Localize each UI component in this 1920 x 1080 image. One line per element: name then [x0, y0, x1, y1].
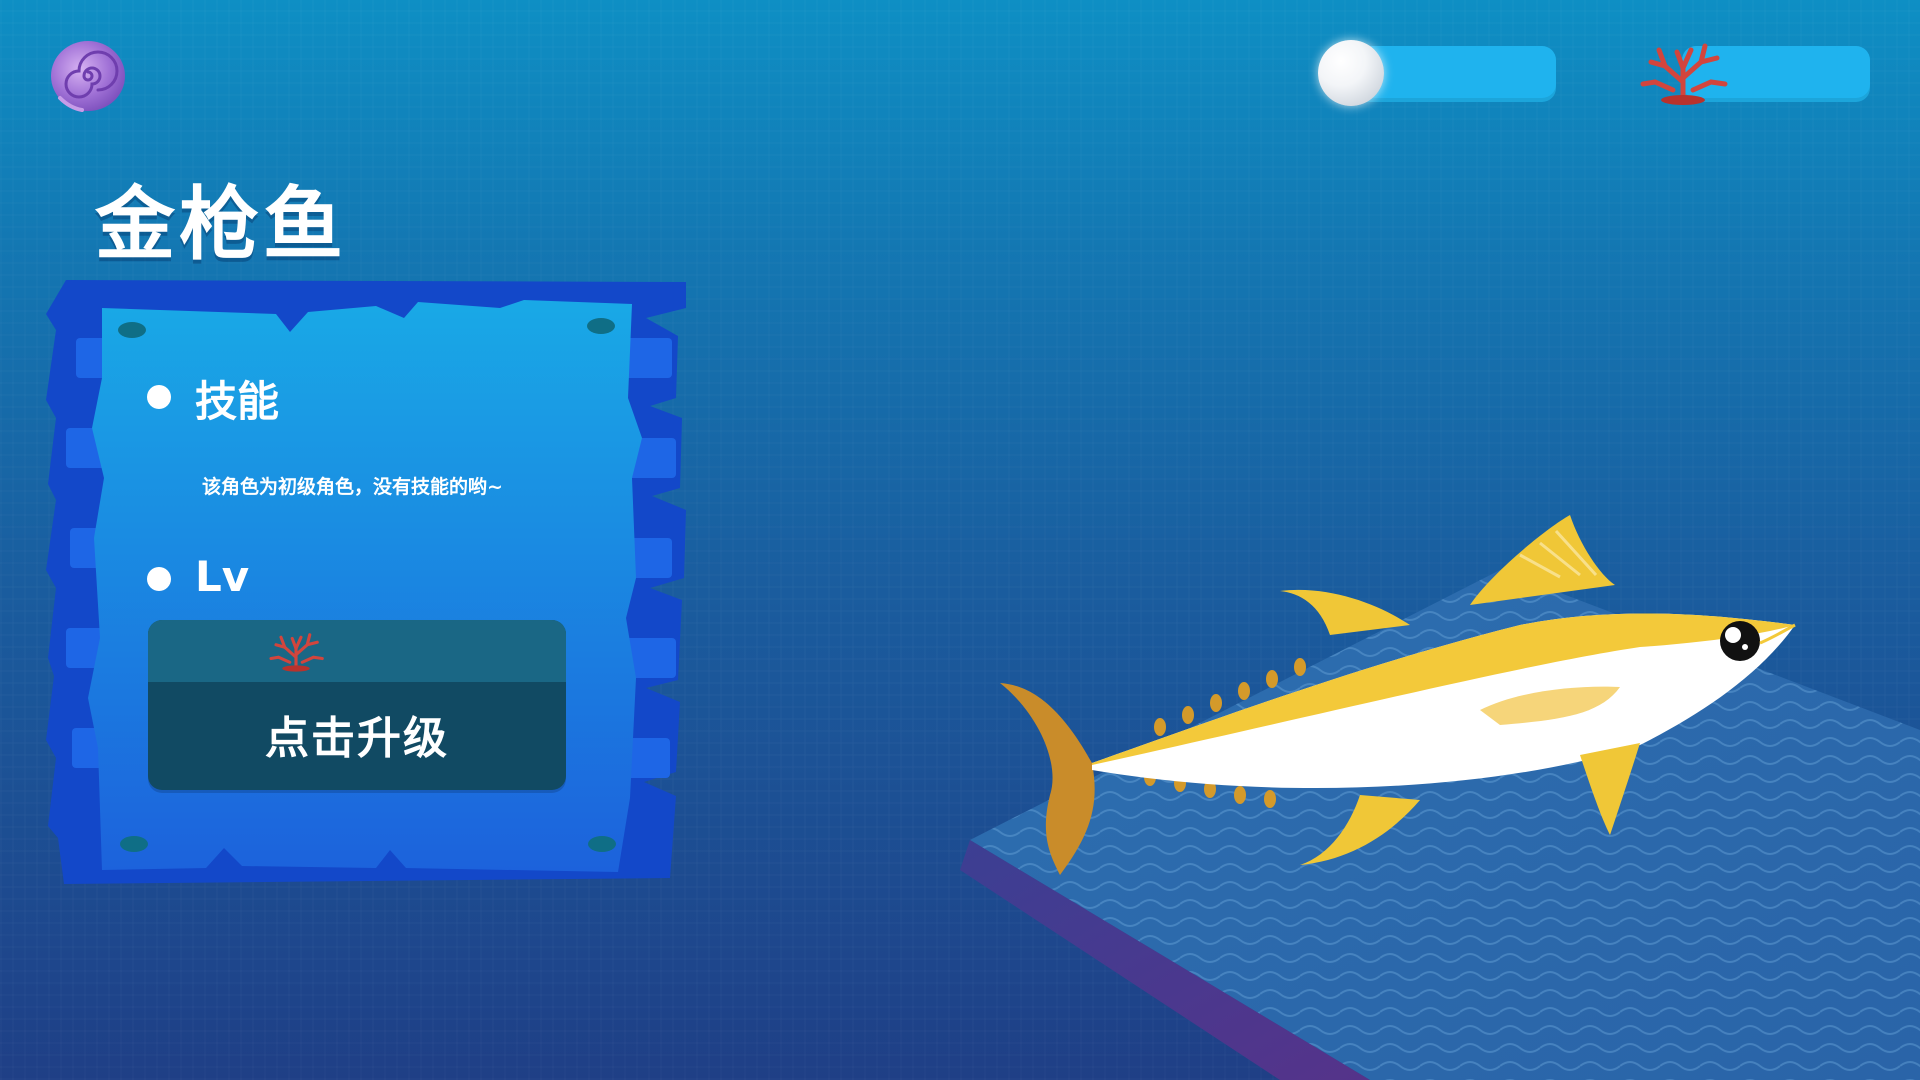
- purple-shell-icon: [51, 41, 125, 112]
- pearl-icon: [1318, 40, 1384, 106]
- level-label: Lv: [195, 552, 250, 601]
- upgrade-label: 点击升级: [265, 713, 449, 764]
- skill-description: 该角色为初级角色，没有技能的哟~: [202, 476, 503, 498]
- upgrade-cost-strip: [148, 620, 566, 682]
- skill-label: 技能: [195, 377, 280, 426]
- coral-icon: [269, 633, 324, 672]
- game-screen: 金枪鱼 技能 该角色为初级角色，没有技能的哟~ Lv 点击升级: [0, 0, 1920, 1080]
- level-bullet: [147, 567, 171, 591]
- shell-menu-button[interactable]: [48, 38, 128, 114]
- info-board: [46, 280, 686, 884]
- upgrade-button[interactable]: 点击升级: [148, 620, 566, 790]
- skill-bullet: [147, 385, 171, 409]
- fish-name-title: 金枪鱼: [95, 178, 347, 271]
- coral-icon: [1640, 43, 1728, 105]
- tuna-fish-illustration: [1000, 515, 1796, 875]
